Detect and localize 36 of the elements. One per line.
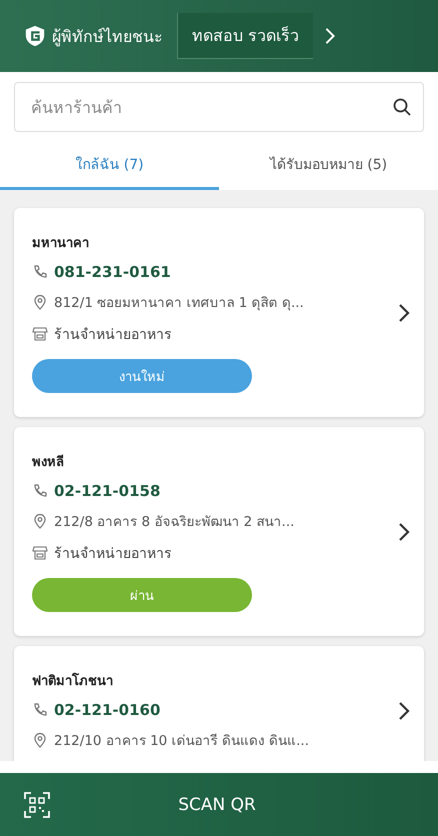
chevron-icon[interactable] <box>323 27 338 45</box>
qr-code-icon <box>24 792 50 818</box>
tab[interactable]: ได้รับมอบหมาย (5) <box>219 140 438 190</box>
phone-number[interactable]: 02-121-0158 <box>54 482 160 500</box>
store-name: ฟาติมาโภชนา <box>32 672 114 691</box>
store-card[interactable]: มหานาคา 081-231-0161 812/1 ซอยมหานาคา เทศบาล 1 ดุสิต ดุ... ร้านจำหน่ายอาหาร งานใหม่ <box>14 208 424 417</box>
location-pin-icon <box>32 294 48 310</box>
store-address: 212/10 อาคาร 10 เด่นอารี ดินแดง ดินแ... <box>54 732 310 751</box>
store-category: ร้านจำหน่ายอาหาร <box>54 326 172 345</box>
store-category: ร้านจำหน่ายอาหาร <box>54 545 172 564</box>
mode-button[interactable]: ทดสอบ รวดเร็ว <box>177 13 314 59</box>
location-pin-icon <box>32 513 48 529</box>
chevron-icon[interactable] <box>398 700 410 720</box>
chevron-icon[interactable] <box>398 302 410 322</box>
phone-icon <box>32 483 48 499</box>
store-name: พงหลี <box>32 454 65 472</box>
shield-logo-icon <box>24 25 46 47</box>
store-card[interactable]: พงหลี 02-121-0158 212/8 อาคาร 8 อัจฉริยะพัฒนา 2 สนา... ร้านจำหน่ายอาหาร ผ่าน <box>14 427 424 636</box>
status-pill: ผ่าน <box>32 578 252 612</box>
phone-number[interactable]: 081-231-0161 <box>54 263 171 281</box>
status-pill: งานใหม่ <box>32 359 252 393</box>
chevron-icon[interactable] <box>398 522 410 542</box>
store-icon <box>32 326 48 342</box>
phone-icon <box>32 702 48 718</box>
location-pin-icon <box>32 732 48 748</box>
phone-number[interactable]: 02-121-0160 <box>54 701 160 719</box>
store-card[interactable]: ฟาติมาโภชนา 02-121-0160 212/10 อาคาร 10 เด่นอารี ดินแดง ดินแ... <box>14 646 424 761</box>
search-icon[interactable] <box>392 97 412 117</box>
store-address: 812/1 ซอยมหานาคา เทศบาล 1 ดุสิต ดุ... <box>54 294 304 313</box>
scan-qr-button[interactable]: SCAN QR <box>0 773 438 836</box>
phone-icon <box>32 264 48 280</box>
store-address: 212/8 อาคาร 8 อัจฉริยะพัฒนา 2 สนา... <box>54 513 294 532</box>
search-field[interactable]: ค้นหาร้านค้า <box>14 82 424 132</box>
store-icon <box>32 545 48 561</box>
app-title: ผู้พิทักษ์ไทยชนะ <box>52 26 163 48</box>
store-name: มหานาคา <box>32 235 90 253</box>
